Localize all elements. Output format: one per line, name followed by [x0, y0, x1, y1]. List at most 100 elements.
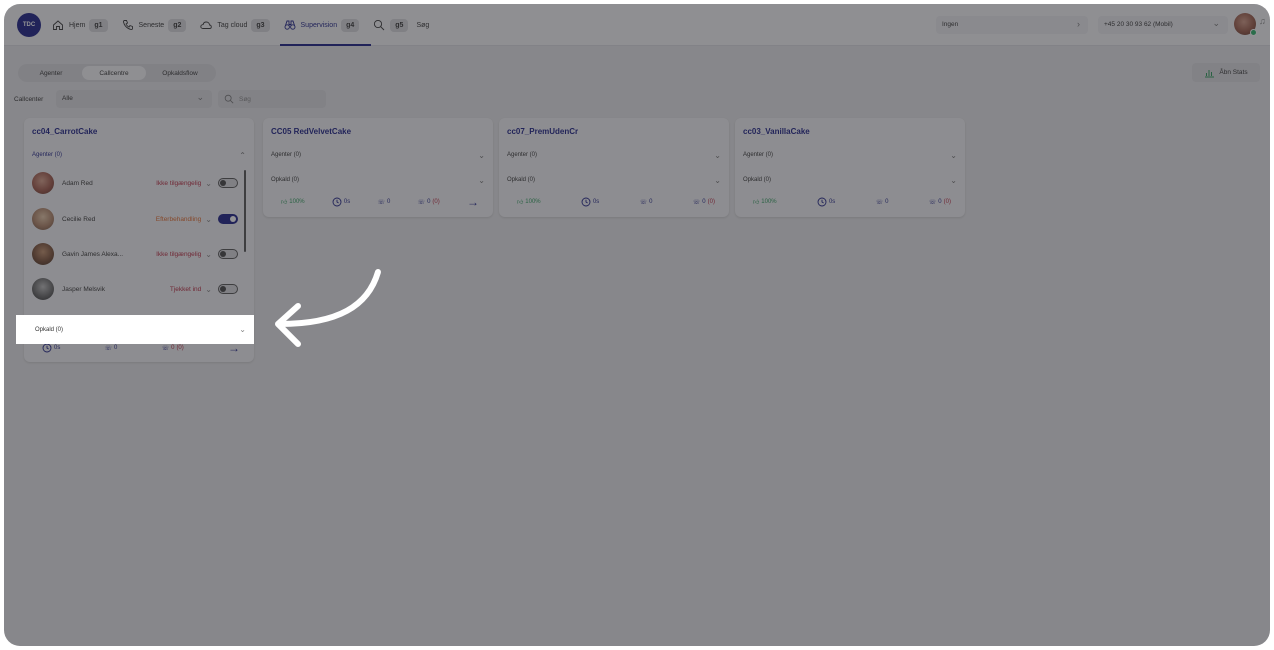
- callcenter-select[interactable]: Alle ⌄: [56, 90, 212, 108]
- phone-icon: [122, 20, 133, 30]
- missed-call-icon: ☏: [417, 199, 426, 206]
- open-stats-button[interactable]: Åbn Stats: [1192, 63, 1260, 82]
- agent-status[interactable]: Ikke tilgængelig: [132, 251, 201, 258]
- tab-call-flow[interactable]: Opkaldsflow: [146, 66, 214, 80]
- missed-calls-value: 0: [702, 199, 706, 205]
- bell-icon[interactable]: ♫: [1259, 16, 1266, 26]
- agent-toggle[interactable]: [218, 214, 238, 224]
- binoculars-icon: [284, 20, 295, 30]
- calls-section-header-highlighted[interactable]: Opkald (0) ⌄: [16, 315, 254, 344]
- chevron-down-icon[interactable]: ⌄: [205, 285, 212, 294]
- incoming-call-icon: ☏: [639, 199, 648, 206]
- calls-section-header[interactable]: Opkald (0) ⌄: [743, 173, 957, 187]
- nav-recent-label: Seneste: [138, 21, 165, 29]
- agents-section-header[interactable]: Agenter (0) ⌄: [507, 148, 721, 162]
- nav-supervision-shortcut: g4: [341, 18, 360, 32]
- agent-row[interactable]: Adam Red Ikke tilgængelig ⌄: [32, 170, 238, 196]
- agent-toggle[interactable]: [218, 284, 238, 294]
- service-level-stat: 👍︎ 100%: [517, 198, 541, 206]
- calls-count-label: Opkald (0): [743, 177, 772, 183]
- toggle-knob: [220, 286, 226, 292]
- nav-tag-cloud-shortcut: g3: [251, 18, 270, 32]
- agent-row[interactable]: Jasper Melsvik Tjekket ind ⌄: [32, 276, 238, 302]
- nav-home[interactable]: Hjem g1: [52, 4, 116, 46]
- search-placeholder: Søg: [239, 95, 251, 103]
- missed-calls-stat: ☏ 0 (0): [162, 345, 184, 352]
- tab-agents[interactable]: Agenter: [20, 66, 82, 80]
- calls-value: 0: [885, 199, 889, 205]
- agents-section-header[interactable]: Agenter (0) ⌃: [32, 148, 246, 162]
- chevron-down-icon[interactable]: ⌄: [205, 215, 212, 224]
- chevron-down-icon: ⌄: [1212, 18, 1220, 28]
- clock-icon: [42, 343, 52, 353]
- thumbs-up-icon: 👍︎: [753, 200, 760, 206]
- nav-recent-shortcut: g2: [168, 18, 187, 32]
- avatar: [32, 172, 54, 194]
- agents-section-header[interactable]: Agenter (0) ⌄: [271, 148, 485, 162]
- nav-supervision-label: Supervision: [300, 21, 338, 29]
- tab-callcenters[interactable]: Callcentre: [82, 66, 146, 80]
- agent-toggle[interactable]: [218, 249, 238, 259]
- chevron-down-icon: ⌄: [714, 150, 721, 160]
- card-title[interactable]: cc07_PremUdenCr: [507, 127, 578, 136]
- chevron-down-icon: ⌄: [478, 175, 485, 185]
- missed-call-icon: ☏: [928, 199, 937, 206]
- missed-calls-value: 0: [938, 199, 942, 205]
- agents-scrollbar[interactable]: [244, 170, 246, 252]
- agent-status[interactable]: Ikke tilgængelig: [132, 180, 201, 187]
- avg-wait-value: 0s: [54, 345, 61, 351]
- agents-section-header[interactable]: Agenter (0) ⌄: [743, 148, 957, 162]
- nav-supervision[interactable]: Supervision g4: [279, 4, 372, 46]
- nav-search-shortcut: g5: [390, 18, 409, 32]
- avg-wait-stat: 0s: [581, 197, 599, 207]
- missed-calls-value: 0: [427, 199, 431, 205]
- nav-search[interactable]: g5 Søg: [373, 4, 429, 46]
- agent-toggle[interactable]: [218, 178, 238, 188]
- search-input[interactable]: Søg: [218, 90, 326, 108]
- missed-calls-stat: ☏ 0 (0): [418, 199, 440, 206]
- stats-icon: [1205, 69, 1215, 77]
- agent-row[interactable]: Cecilie Red Efterbehandling ⌄: [32, 206, 238, 232]
- chevron-down-icon[interactable]: ⌄: [205, 250, 212, 259]
- app-window: TDC Hjem g1 Seneste g2 Tag cloud g3 Supe…: [4, 4, 1270, 646]
- agent-row[interactable]: Gavin James Alexa... Ikke tilgængelig ⌄: [32, 241, 238, 267]
- nav-tag-cloud[interactable]: Tag cloud g3: [200, 4, 277, 46]
- user-avatar[interactable]: [1234, 13, 1257, 36]
- agent-status[interactable]: Efterbehandling: [132, 216, 202, 223]
- missed-calls-value: 0: [171, 345, 175, 351]
- incoming-call-icon: ☏: [104, 345, 113, 352]
- queue-select[interactable]: Ingen ›: [936, 16, 1088, 34]
- agent-name: Adam Red: [62, 179, 93, 187]
- card-title[interactable]: cc04_CarrotCake: [32, 127, 97, 136]
- tdc-logo[interactable]: TDC: [17, 13, 41, 37]
- agents-count-label: Agenter (0): [271, 152, 302, 158]
- arrow-right-icon[interactable]: →: [467, 195, 479, 209]
- calls-stat: ☏ 0: [876, 199, 889, 206]
- phone-number-select[interactable]: +45 20 30 93 62 (Mobil) ⌄: [1098, 16, 1228, 34]
- avg-wait-stat: 0s: [42, 343, 60, 353]
- chevron-down-icon: ⌄: [196, 92, 204, 102]
- agents-count-label: Agenter (0): [32, 152, 63, 158]
- card-stats: 👍︎ 100% 0s ☏ 0 ☏ 0 (0): [517, 194, 715, 210]
- thumbs-up-icon: 👍︎: [281, 200, 288, 206]
- service-level-value: 100%: [289, 199, 305, 205]
- card-title[interactable]: cc03_VanillaCake: [743, 127, 810, 136]
- callcenter-card: CC05 RedVelvetCake Agenter (0) ⌄ Opkald …: [263, 118, 493, 217]
- calls-value: 0: [114, 345, 118, 351]
- nav-recent[interactable]: Seneste g2: [122, 4, 195, 46]
- calls-count-label: Opkald (0): [271, 177, 300, 183]
- chevron-down-icon[interactable]: ⌄: [205, 179, 212, 188]
- clock-icon: [817, 197, 827, 207]
- thumbs-up-icon: 👍︎: [517, 200, 524, 206]
- missed-call-icon: ☏: [692, 199, 701, 206]
- open-stats-label: Åbn Stats: [1219, 69, 1248, 76]
- calls-section-header[interactable]: Opkald (0) ⌄: [271, 173, 485, 187]
- agent-name: Cecilie Red: [62, 215, 96, 223]
- calls-value: 0: [649, 199, 653, 205]
- card-title[interactable]: CC05 RedVelvetCake: [271, 127, 351, 136]
- avg-wait-value: 0s: [343, 199, 351, 205]
- calls-stat: ☏ 0: [640, 199, 653, 206]
- agent-status[interactable]: Tjekket ind: [132, 286, 201, 293]
- avatar: [32, 243, 54, 265]
- calls-section-header[interactable]: Opkald (0) ⌄: [507, 173, 721, 187]
